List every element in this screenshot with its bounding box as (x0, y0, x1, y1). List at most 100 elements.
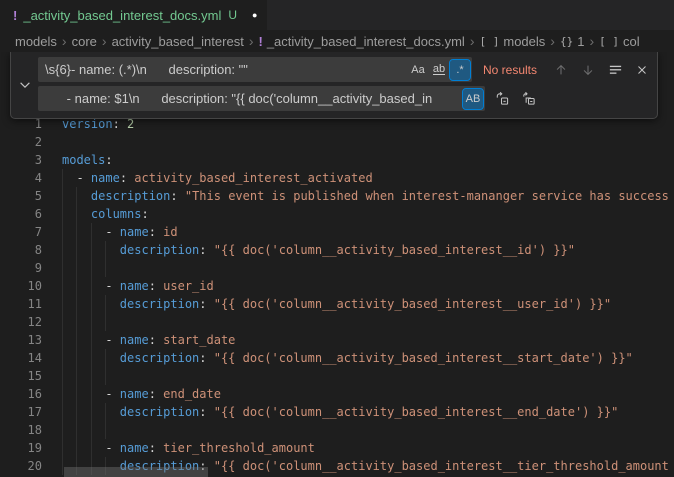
code-text (42, 133, 62, 151)
code-line[interactable]: 10 - name: user_id (0, 277, 674, 295)
breadcrumb-item[interactable]: activity_based_interest (112, 34, 244, 49)
indent-guide (76, 313, 77, 331)
code-line[interactable]: 6 columns: (0, 205, 674, 223)
breadcrumb-item[interactable]: {}1 (560, 34, 584, 49)
code-line[interactable]: 9 (0, 259, 674, 277)
code-line[interactable]: 7 - name: id (0, 223, 674, 241)
code-line[interactable]: 12 (0, 313, 674, 331)
indent-guide (91, 349, 92, 367)
indent-guide (91, 277, 92, 295)
token: : (199, 351, 213, 365)
token: description (120, 243, 199, 257)
replace-input[interactable]: - name: $1\n description: "{{ doc('colum… (38, 86, 485, 111)
indent-guide (105, 421, 106, 439)
token: 2 (127, 117, 134, 131)
tab-title: _activity_based_interest_docs.yml (23, 8, 221, 23)
code-area: 1version: 223models:4 - name: activity_b… (0, 115, 674, 475)
line-number: 20 (0, 457, 42, 475)
code-line[interactable]: 15 (0, 367, 674, 385)
code-text: description: "{{ doc('column__activity_b… (42, 349, 633, 367)
indent-guide (62, 349, 63, 367)
breadcrumb-item[interactable]: [ ]col (599, 34, 640, 49)
breadcrumb-label: models (503, 34, 545, 49)
code-line[interactable]: 13 - name: start_date (0, 331, 674, 349)
tab-activity-based-interest-docs[interactable]: ! _activity_based_interest_docs.yml U ● (0, 0, 267, 30)
breadcrumb-label: activity_based_interest (112, 34, 244, 49)
code-line[interactable]: 3models: (0, 151, 674, 169)
horizontal-scrollbar[interactable] (64, 467, 208, 477)
code-line[interactable]: 19 - name: tier_threshold_amount (0, 439, 674, 457)
code-line[interactable]: 14 description: "{{ doc('column__activit… (0, 349, 674, 367)
code-line[interactable]: 16 - name: end_date (0, 385, 674, 403)
preserve-case-button[interactable]: AB (463, 89, 483, 109)
breadcrumb-label: _activity_based_interest_docs.yml (267, 34, 465, 49)
breadcrumb-item[interactable]: core (72, 34, 97, 49)
chevron-down-icon (18, 78, 32, 92)
token: name (120, 225, 149, 239)
next-match-button[interactable] (577, 59, 599, 81)
token: name (120, 441, 149, 455)
code-line[interactable]: 4 - name: activity_based_interest_activa… (0, 169, 674, 187)
code-line[interactable]: 17 description: "{{ doc('column__activit… (0, 403, 674, 421)
line-number: 6 (0, 205, 42, 223)
replace-button[interactable] (490, 88, 512, 110)
indent-guide (76, 331, 77, 349)
token: name (120, 387, 149, 401)
indent-guide (62, 205, 63, 223)
token: description (120, 351, 199, 365)
indent-guide (91, 313, 92, 331)
code-text: description: "This event is published wh… (42, 187, 669, 205)
code-text: description: "{{ doc('column__activity_b… (42, 241, 575, 259)
indent-guide (62, 457, 63, 475)
breadcrumb-item[interactable]: !_activity_based_interest_docs.yml (258, 34, 464, 49)
code-line[interactable]: 5 description: "This event is published … (0, 187, 674, 205)
indent-guide (91, 241, 92, 259)
line-number: 11 (0, 295, 42, 313)
token: "{{ doc('column__activity_based_interest… (214, 351, 633, 365)
indent-guide (91, 295, 92, 313)
breadcrumb-item[interactable]: models (15, 34, 57, 49)
code-line[interactable]: 2 (0, 133, 674, 151)
indent-guide (76, 349, 77, 367)
whole-word-button[interactable]: ab (429, 60, 449, 80)
toggle-replace-button[interactable] (15, 75, 35, 95)
indent-guide (76, 295, 77, 313)
breadcrumb-label: 1 (577, 34, 584, 49)
replace-row: - name: $1\n description: "{{ doc('colum… (38, 86, 653, 111)
token: name (120, 333, 149, 347)
modified-dot-icon[interactable]: ● (252, 10, 257, 20)
previous-match-button[interactable] (550, 59, 572, 81)
find-query-text: \s{6}- name: (.*)\n description: "" (45, 62, 407, 77)
find-input[interactable]: \s{6}- name: (.*)\n description: "" Aa a… (38, 57, 472, 82)
line-number: 14 (0, 349, 42, 367)
indent-guide (62, 331, 63, 349)
code-line[interactable]: 8 description: "{{ doc('column__activity… (0, 241, 674, 259)
indent-guide (76, 385, 77, 403)
regex-button[interactable]: .* (450, 60, 470, 80)
match-case-button[interactable]: Aa (408, 60, 428, 80)
editor[interactable]: 1version: 223models:4 - name: activity_b… (0, 52, 674, 477)
line-number: 15 (0, 367, 42, 385)
token: name (91, 171, 120, 185)
code-text: - name: user_id (42, 277, 214, 295)
code-line[interactable]: 18 (0, 421, 674, 439)
code-line[interactable]: 11 description: "{{ doc('column__activit… (0, 295, 674, 313)
indent-guide (91, 223, 92, 241)
close-find-button[interactable] (631, 59, 653, 81)
indent-guide (105, 349, 106, 367)
find-in-selection-button[interactable] (604, 59, 626, 81)
token: activity_based_interest_activated (134, 171, 372, 185)
token: start_date (163, 333, 235, 347)
line-number: 9 (0, 259, 42, 277)
breadcrumb-label: models (15, 34, 57, 49)
indent-guide (62, 439, 63, 457)
token: : (149, 441, 163, 455)
breadcrumb-item[interactable]: [ ]models (480, 34, 546, 49)
indent-guide (62, 187, 63, 205)
whole-word-label: ab (433, 64, 445, 75)
replace-all-button[interactable] (517, 88, 539, 110)
token: version (62, 117, 113, 131)
indent-guide (91, 367, 92, 385)
line-number: 3 (0, 151, 42, 169)
breadcrumb-separator-icon: › (62, 34, 67, 48)
